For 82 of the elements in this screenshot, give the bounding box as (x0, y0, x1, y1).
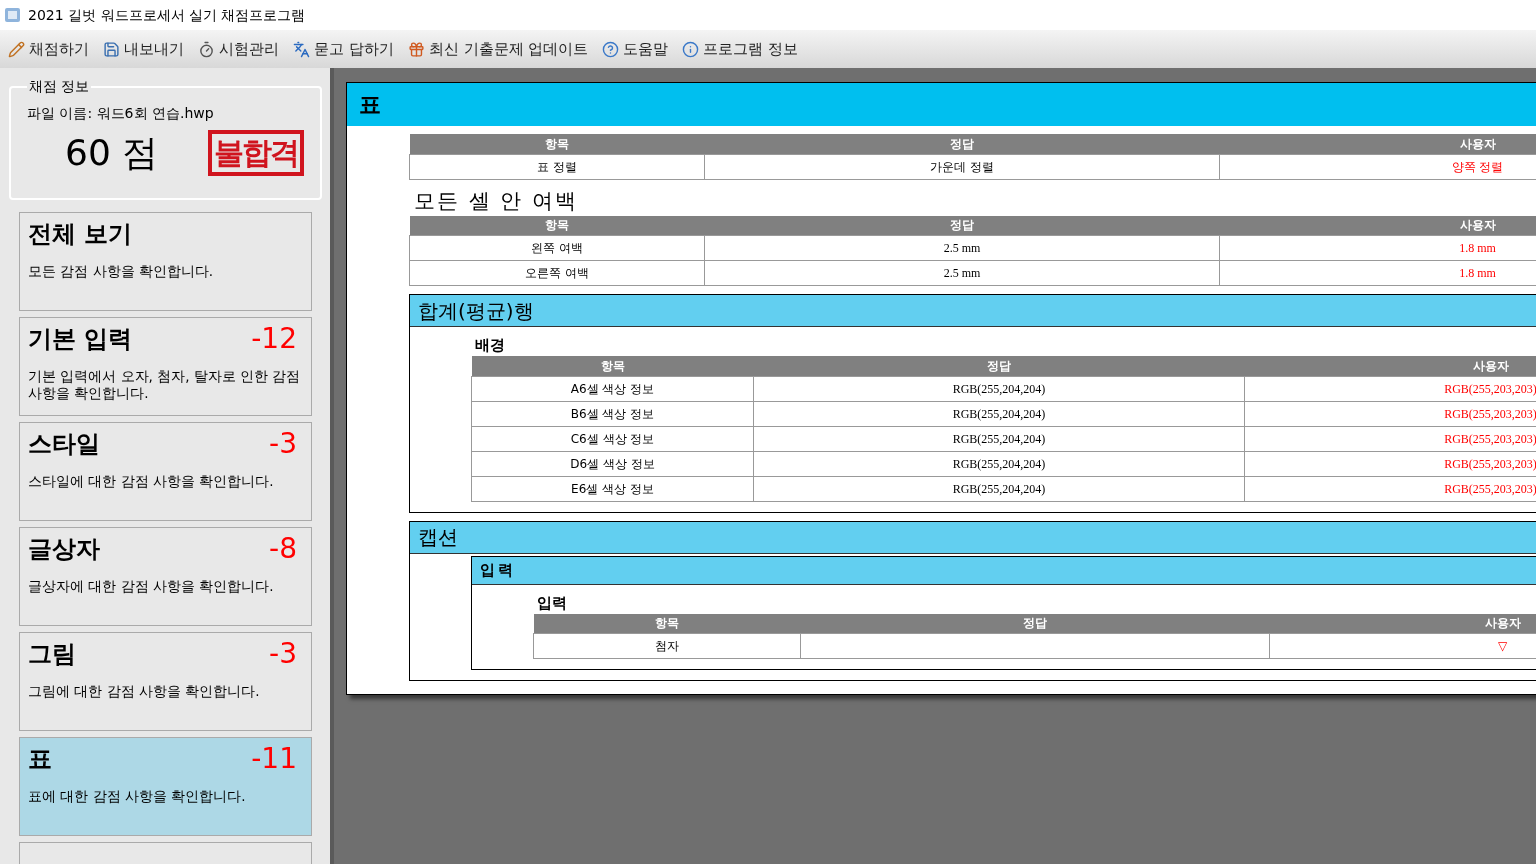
table-cell: 오른쪽 여백 (409, 260, 705, 286)
column-header: 사용자 (1269, 613, 1536, 634)
category-title: 글상자 (28, 534, 100, 565)
table-cell: RGB(255,203,203) (1244, 376, 1536, 401)
category-card[interactable]: 표 -11 표에 대한 감점 사항을 확인합니다. (19, 737, 312, 836)
file-name: 파일 이름: 워드6회 연습.hwp (27, 104, 214, 123)
stopwatch-icon (198, 40, 215, 58)
column-header: 정답 (800, 613, 1270, 634)
section-header: 입력 (472, 556, 1536, 585)
table-cell: RGB(255,204,204) (753, 451, 1245, 476)
category-title: 표 (28, 744, 52, 775)
column-header: 항목 (409, 134, 705, 154)
table-cell: B6셀 색상 정보 (471, 401, 754, 426)
translate-icon (293, 40, 310, 58)
column-header: 정답 (704, 134, 1220, 154)
category-title: 그림 (28, 639, 76, 670)
category-card[interactable]: 그림 -3 그림에 대한 감점 사항을 확인합니다. (19, 632, 312, 731)
column-header: 사용자 (1219, 215, 1536, 236)
table-cell: E6셀 색상 정보 (471, 476, 754, 501)
deduction-score: -8 (269, 531, 297, 567)
gift-icon (407, 40, 425, 58)
help-icon (602, 40, 620, 58)
section-header: 캡션 (410, 521, 1536, 554)
column-header: 항목 (409, 215, 705, 236)
info-icon (682, 40, 700, 58)
category-description: 모든 감점 사항을 확인합니다. (28, 263, 215, 280)
category-description: 글상자에 대한 감점 사항을 확인합니다. (28, 578, 275, 595)
category-title: 스타일 (28, 429, 100, 460)
category-card[interactable]: 기본 입력 -12 기본 입력에서 오자, 첨자, 탈자로 인한 감점 사항을 확인합니다. (19, 317, 312, 416)
window-title: 2021 길벗 워드프로세서 실기 채점프로그램 (28, 5, 306, 25)
toolbar-button[interactable]: 도움말 (602, 37, 669, 61)
deduction-score: -11 (251, 741, 297, 777)
column-header: 정답 (704, 215, 1220, 236)
toolbar-button[interactable]: 채점하기 (8, 37, 89, 61)
table-cell: 첨자 (533, 633, 801, 659)
category-card[interactable]: 전체 보기 모든 감점 사항을 확인합니다. (19, 212, 312, 311)
subsection-heading: 배경 (474, 335, 505, 355)
deduction-score: -3 (269, 426, 297, 462)
section-heading: 모든 셀 안 여백 (413, 187, 579, 214)
score-text: 60 점 (65, 135, 159, 171)
pencil-icon (8, 40, 25, 58)
table-cell: 2.5 mm (704, 235, 1220, 261)
category-card[interactable]: 스타일 -3 스타일에 대한 감점 사항을 확인합니다. (19, 422, 312, 521)
table-cell: RGB(255,204,204) (753, 476, 1245, 501)
column-header: 항목 (471, 356, 754, 376)
deduction-score: -3 (269, 636, 297, 672)
category-title: 기본 입력 (28, 324, 133, 355)
table-cell: RGB(255,204,204) (753, 426, 1245, 451)
column-header: 사용자 (1219, 134, 1536, 154)
toolbar-button[interactable]: 시험관리 (198, 37, 279, 61)
table-cell: C6셀 색상 정보 (471, 426, 754, 451)
panel-legend: 채점 정보 (27, 76, 92, 97)
toolbar-button[interactable]: 묻고 답하기 (293, 37, 394, 61)
category-description: 표에 대한 감점 사항을 확인합니다. (28, 788, 247, 805)
column-header: 사용자 (1244, 356, 1536, 376)
app-icon (4, 6, 22, 24)
report-title: 표 (359, 91, 381, 119)
column-header: 정답 (753, 356, 1245, 376)
table-cell: D6셀 색상 정보 (471, 451, 754, 476)
table-cell: 가운데 정렬 (704, 154, 1220, 179)
table-cell: RGB(255,204,204) (753, 401, 1245, 426)
table-cell: 2.5 mm (704, 260, 1220, 286)
category-title: 전체 보기 (28, 219, 133, 250)
table-cell: 왼쪽 여백 (409, 235, 705, 261)
table-cell: 양쪽 정렬 (1219, 154, 1536, 179)
category-card[interactable]: 글상자 -8 글상자에 대한 감점 사항을 확인합니다. (19, 527, 312, 626)
deduction-score: -12 (251, 321, 297, 357)
category-description: 그림에 대한 감점 사항을 확인합니다. (28, 683, 261, 700)
table-cell: ▽ (1269, 633, 1536, 659)
subsection-heading: 입력 (536, 592, 567, 613)
toolbar-button[interactable]: 프로그램 정보 (682, 37, 799, 61)
result-stamp: 불합격 (208, 130, 304, 176)
table-cell: 1.8 mm (1219, 235, 1536, 261)
category-description: 기본 입력에서 오자, 첨자, 탈자로 인한 감점 사항을 확인합니다. (28, 368, 302, 402)
table-cell: 표 정렬 (409, 154, 705, 179)
table-cell: A6셀 색상 정보 (471, 376, 754, 401)
category-description: 스타일에 대한 감점 사항을 확인합니다. (28, 473, 275, 490)
toolbar-button[interactable]: 최신 기출문제 업데이트 (407, 37, 589, 61)
column-header: 항목 (533, 613, 801, 634)
toolbar-button[interactable]: 내보내기 (103, 37, 184, 61)
section-header: 합계(평균)행 (410, 295, 1536, 327)
table-cell: RGB(255,204,204) (753, 376, 1245, 401)
